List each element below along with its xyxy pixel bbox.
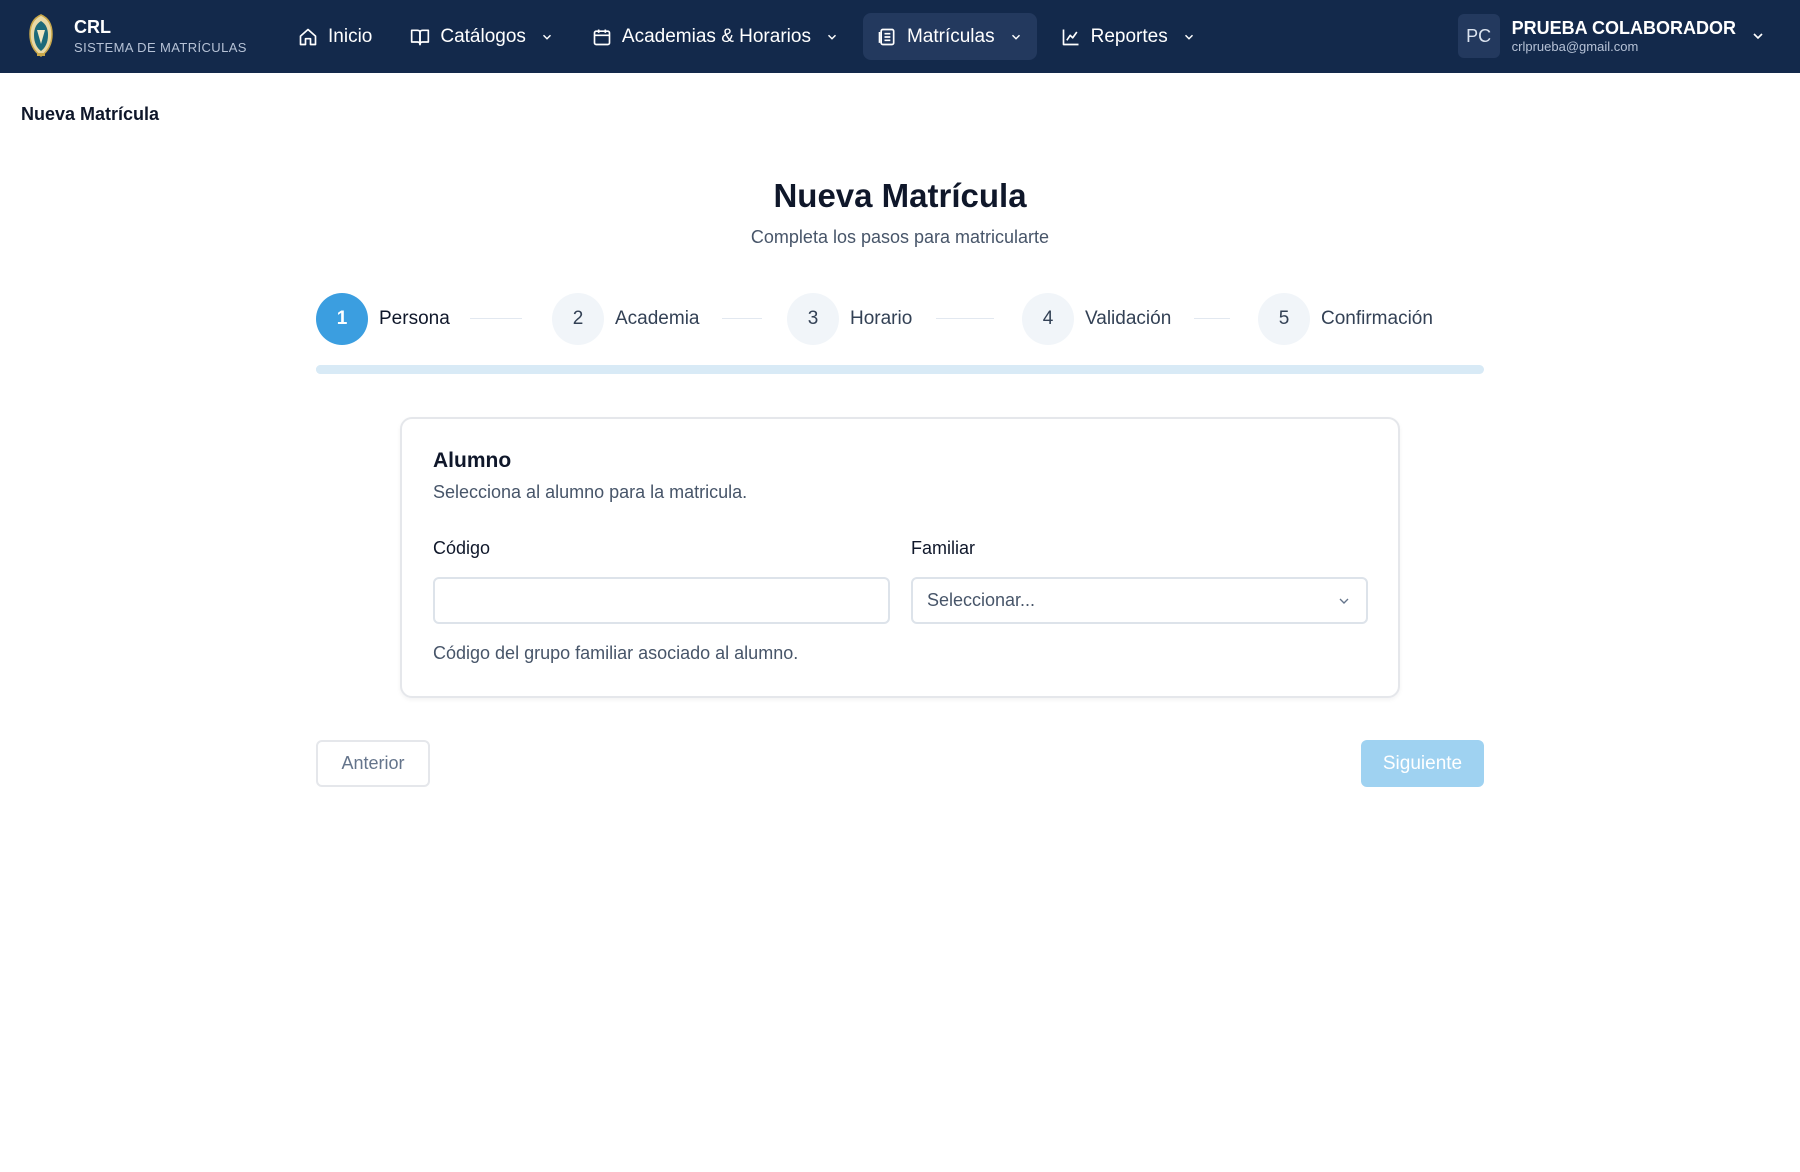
home-icon [299, 28, 317, 45]
step-confirmacion[interactable]: 5 Confirmación [1258, 292, 1433, 346]
nav-item-label: Academias & Horarios [621, 25, 811, 47]
brand[interactable]: CRL SISTEMA DE MATRÍCULAS [28, 14, 247, 58]
step-label: Confirmación [1321, 308, 1433, 329]
step-label: Persona [379, 308, 450, 329]
school-crest-icon [29, 14, 53, 57]
step-number: 2 [552, 293, 604, 345]
nav-item-reportes[interactable]: Reportes [1047, 13, 1210, 60]
step-number: 3 [787, 293, 839, 345]
breadcrumb: Nueva Matrícula [21, 104, 160, 124]
nav-item-academias-horarios[interactable]: Academias & Horarios [578, 13, 853, 60]
step-connector [936, 318, 994, 319]
step-connector [1194, 318, 1230, 319]
step-number: 1 [316, 293, 368, 345]
stepper: 1 Persona 2 Academia 3 Horario 4 Validac… [316, 292, 1484, 346]
chevron-down-icon [1011, 34, 1020, 40]
step-persona[interactable]: 1 Persona [316, 292, 450, 346]
document-icon [878, 28, 895, 45]
chevron-down-icon [542, 34, 551, 40]
nav-item-inicio[interactable]: Inicio [284, 13, 386, 60]
nav-item-label: Reportes [1090, 25, 1168, 47]
codigo-input[interactable] [433, 577, 890, 624]
chevron-down-icon [1753, 33, 1763, 40]
progress-bar [316, 365, 1484, 374]
card-title: Alumno [433, 449, 512, 472]
page-title: Nueva Matrícula [773, 177, 1027, 214]
step-label: Academia [615, 308, 700, 329]
previous-button[interactable]: Anterior [316, 740, 430, 787]
user-name: PRUEBA COLABORADOR [1511, 18, 1736, 38]
calendar-icon [593, 29, 611, 45]
codigo-label: Código [433, 538, 491, 558]
book-icon [411, 29, 430, 45]
nav-item-label: Matrículas [906, 25, 995, 47]
nav-item-matriculas[interactable]: Matrículas [862, 13, 1037, 60]
familiar-select[interactable]: Seleccionar... [911, 577, 1368, 624]
page-subtitle: Completa los pasos para matricularte [750, 227, 1050, 247]
step-connector [470, 318, 522, 319]
progress-fill [316, 365, 550, 374]
nav-item-label: Inicio [328, 25, 373, 47]
familiar-select-value: Seleccionar... [927, 590, 1036, 610]
step-academia[interactable]: 2 Academia [552, 292, 700, 346]
chevron-down-icon [1339, 598, 1349, 604]
familiar-label: Familiar [911, 538, 976, 558]
brand-subtitle: SISTEMA DE MATRÍCULAS [74, 40, 247, 55]
step-label: Horario [850, 308, 913, 329]
brand-title: CRL [74, 17, 111, 37]
step-number: 5 [1258, 293, 1310, 345]
nav-item-catalogos[interactable]: Catálogos [396, 13, 568, 60]
card-description: Selecciona al alumno para la matricula. [433, 482, 748, 502]
step-horario[interactable]: 3 Horario [787, 292, 912, 346]
step-connector [722, 318, 762, 319]
alumno-card: Alumno Selecciona al alumno para la matr… [400, 417, 1400, 698]
step-validacion[interactable]: 4 Validación [1022, 292, 1171, 346]
user-menu[interactable]: PC PRUEBA COLABORADOR crlprueba@gmail.co… [1457, 14, 1766, 58]
step-label: Validación [1085, 308, 1172, 329]
chevron-down-icon [1184, 34, 1193, 40]
nav-item-label: Catálogos [440, 25, 526, 47]
chevron-down-icon [827, 34, 836, 40]
step-number: 4 [1022, 293, 1074, 345]
codigo-help-text: Código del grupo familiar asociado al al… [433, 643, 799, 663]
main-nav: Inicio Catálogos Academias & Horarios Ma… [284, 13, 1220, 60]
next-button[interactable]: Siguiente [1361, 740, 1484, 787]
avatar: PC [1457, 14, 1500, 58]
user-email: crlprueba@gmail.com [1511, 39, 1639, 54]
top-navbar: CRL SISTEMA DE MATRÍCULAS Inicio Catálog… [0, 0, 1800, 73]
chart-icon [1062, 29, 1079, 45]
